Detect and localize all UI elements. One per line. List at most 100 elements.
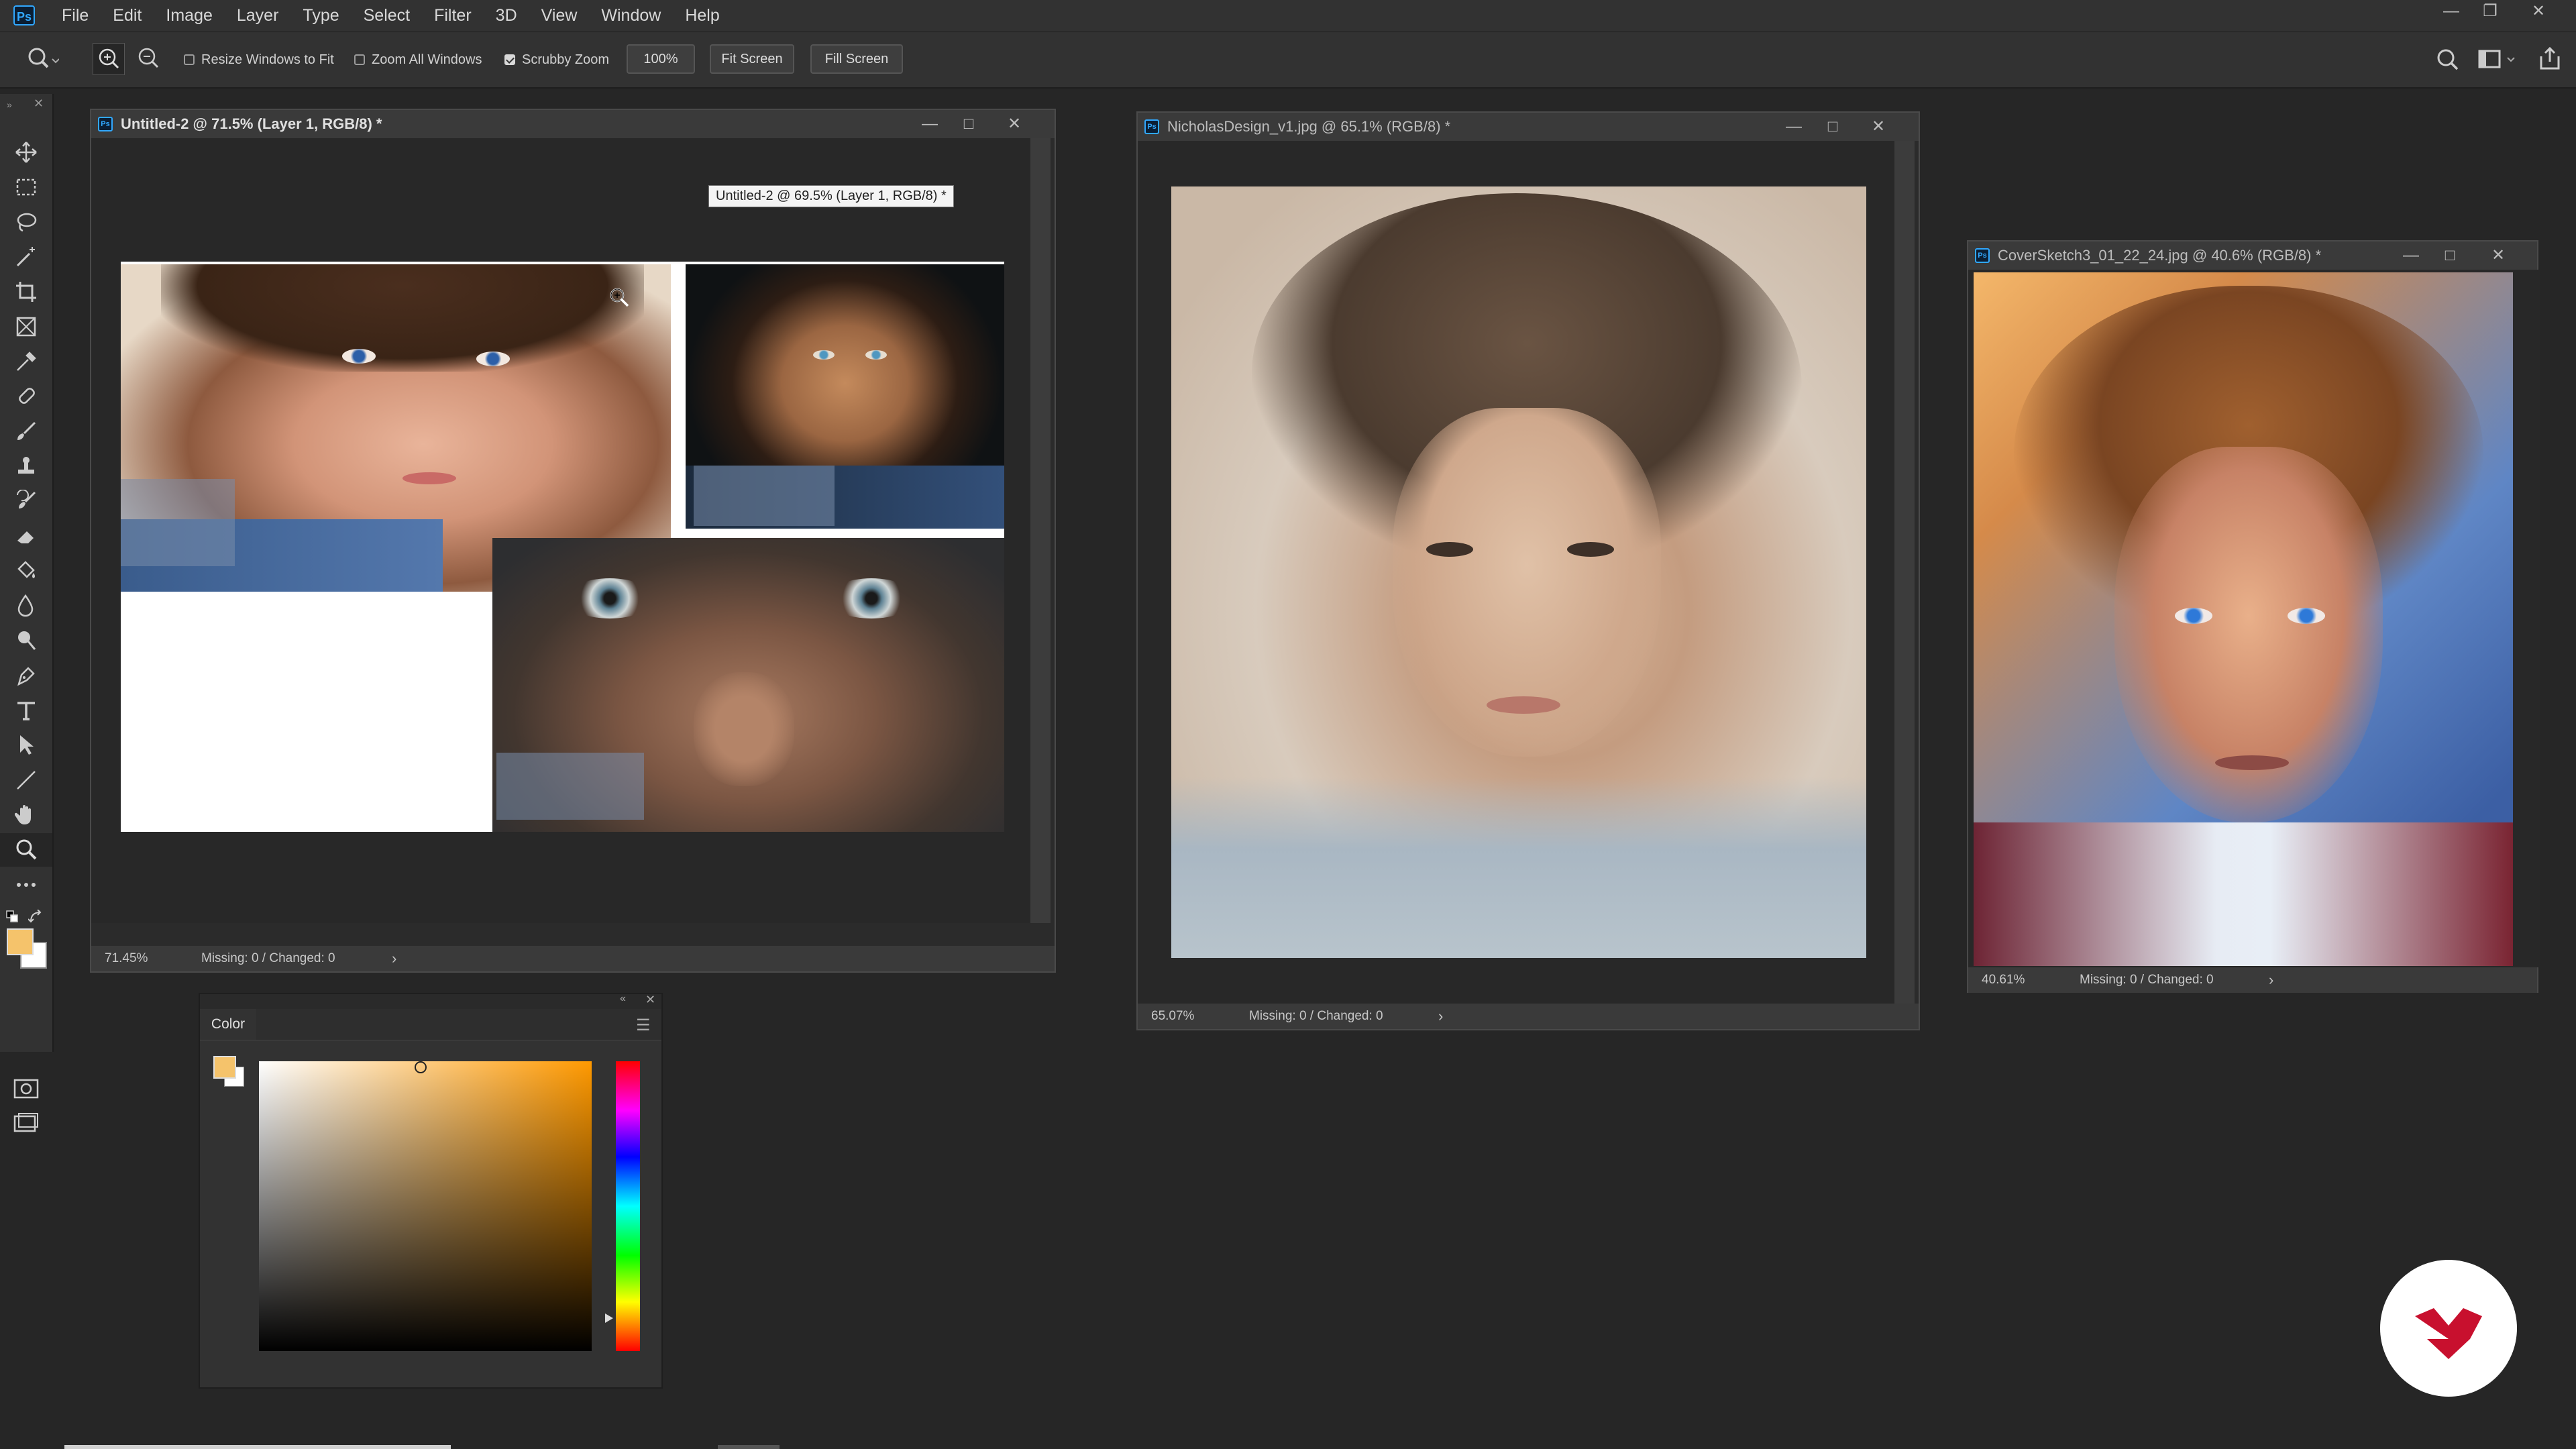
document-window-coversketch[interactable]: Ps CoverSketch3_01_22_24.jpg @ 40.6% (RG… xyxy=(1967,240,2540,993)
close-panel-icon[interactable]: ✕ xyxy=(645,993,655,1007)
paint-bucket-icon[interactable] xyxy=(0,554,52,588)
close-toolbar-icon[interactable]: ✕ xyxy=(34,97,44,111)
menu-type[interactable]: Type xyxy=(303,0,339,32)
screen-mode-icon[interactable] xyxy=(13,1112,39,1138)
chevron-right-icon[interactable]: › xyxy=(1438,1004,1443,1029)
maximize-doc-button[interactable]: □ xyxy=(951,110,986,138)
maximize-doc-button[interactable]: □ xyxy=(1815,113,1850,141)
lasso-icon[interactable] xyxy=(0,205,52,239)
menu-file[interactable]: File xyxy=(62,0,89,32)
hand-icon[interactable] xyxy=(0,798,52,832)
path-select-icon[interactable] xyxy=(0,729,52,762)
vertical-scrollbar[interactable] xyxy=(1030,138,1051,923)
close-doc-button[interactable]: ✕ xyxy=(997,110,1032,138)
menu-image[interactable]: Image xyxy=(166,0,212,32)
color-field[interactable] xyxy=(259,1061,592,1351)
taskbar-marker xyxy=(718,1445,780,1449)
hue-slider[interactable] xyxy=(616,1061,640,1351)
frame-icon[interactable] xyxy=(0,310,52,343)
foreground-color-swatch[interactable] xyxy=(7,928,34,955)
menu-edit[interactable]: Edit xyxy=(113,0,142,32)
share-icon[interactable] xyxy=(2537,46,2564,76)
collapse-toolbar-icon[interactable]: » xyxy=(7,99,12,110)
eraser-icon[interactable] xyxy=(0,519,52,553)
document-tooltip: Untitled-2 @ 69.5% (Layer 1, RGB/8) * xyxy=(708,185,954,207)
document-window-nicholas[interactable]: Ps NicholasDesign_v1.jpg @ 65.1% (RGB/8)… xyxy=(1136,111,1920,1030)
app-close-button[interactable]: ✕ xyxy=(2520,0,2557,23)
zoom-tool-preset-icon[interactable] xyxy=(25,46,60,76)
panel-menu-icon[interactable]: ☰ xyxy=(636,1016,651,1035)
canvas-area[interactable]: Untitled-2 @ 69.5% (Layer 1, RGB/8) * xyxy=(91,138,1030,923)
scrubby-zoom-checkbox[interactable]: Scrubby Zoom xyxy=(504,51,609,68)
tab-color[interactable]: Color xyxy=(200,1009,256,1040)
chevron-right-icon[interactable]: › xyxy=(392,946,396,971)
magic-wand-icon[interactable] xyxy=(0,240,52,274)
default-colors-icon[interactable] xyxy=(5,910,21,929)
canvas-area[interactable] xyxy=(1968,270,2540,967)
fit-screen-button[interactable]: Fit Screen xyxy=(710,44,794,74)
zoom-all-checkbox[interactable]: Zoom All Windows xyxy=(354,51,482,68)
minimize-doc-button[interactable]: — xyxy=(912,110,947,138)
eyedropper-icon[interactable] xyxy=(0,345,52,378)
checkbox-box[interactable] xyxy=(184,54,195,65)
fill-screen-button[interactable]: Fill Screen xyxy=(810,44,903,74)
search-icon[interactable] xyxy=(2435,47,2462,77)
doc-info: Missing: 0 / Changed: 0 xyxy=(201,951,335,965)
menu-select[interactable]: Select xyxy=(364,0,410,32)
app-minimize-button[interactable]: — xyxy=(2432,0,2470,23)
move-icon[interactable] xyxy=(0,136,52,169)
healing-icon[interactable] xyxy=(0,380,52,413)
blur-icon[interactable] xyxy=(0,589,52,623)
zoom-icon[interactable] xyxy=(0,833,52,867)
zoom-level[interactable]: 71.45% xyxy=(105,946,148,971)
document-tab[interactable]: Ps CoverSketch3_01_22_24.jpg @ 40.6% (RG… xyxy=(1968,241,2537,270)
canvas-area[interactable] xyxy=(1138,141,1894,1004)
app-restore-button[interactable]: ❐ xyxy=(2471,0,2509,23)
menu-layer[interactable]: Layer xyxy=(237,0,279,32)
zoom-value-field[interactable]: 100% xyxy=(627,44,695,74)
canvas[interactable] xyxy=(121,262,1004,832)
document-tab[interactable]: Ps Untitled-2 @ 71.5% (Layer 1, RGB/8) *… xyxy=(91,110,1055,138)
zoom-in-icon[interactable] xyxy=(93,43,125,75)
close-doc-button[interactable]: ✕ xyxy=(2481,241,2516,270)
pen-icon[interactable] xyxy=(0,659,52,692)
status-bar: 40.61% Missing: 0 / Changed: 0 › xyxy=(1968,967,2537,993)
marquee-icon[interactable] xyxy=(0,170,52,204)
zoom-level[interactable]: 65.07% xyxy=(1151,1004,1194,1029)
panel-foreground-swatch[interactable] xyxy=(213,1056,236,1079)
panel-header-bar[interactable]: « ✕ xyxy=(200,993,661,1009)
color-picker-handle[interactable] xyxy=(415,1061,427,1073)
crop-icon[interactable] xyxy=(0,275,52,309)
stamp-icon[interactable] xyxy=(0,449,52,483)
line-icon[interactable] xyxy=(0,763,52,797)
history-brush-icon[interactable] xyxy=(0,484,52,518)
checkbox-box[interactable] xyxy=(354,54,365,65)
menu-filter[interactable]: Filter xyxy=(434,0,472,32)
more-icon[interactable] xyxy=(0,868,52,902)
menu-window[interactable]: Window xyxy=(601,0,661,32)
dodge-icon[interactable] xyxy=(0,624,52,657)
brush-icon[interactable] xyxy=(0,415,52,448)
vertical-scrollbar[interactable] xyxy=(1894,141,1915,1004)
hue-slider-handle[interactable] xyxy=(605,1313,613,1323)
quick-mask-icon[interactable] xyxy=(13,1077,39,1104)
minimize-doc-button[interactable]: — xyxy=(1776,113,1811,141)
collapse-panel-icon[interactable]: « xyxy=(620,993,626,1005)
menu-3d[interactable]: 3D xyxy=(496,0,517,32)
resize-windows-checkbox[interactable]: Resize Windows to Fit xyxy=(184,51,334,68)
zoom-level[interactable]: 40.61% xyxy=(1982,967,2025,993)
maximize-doc-button[interactable]: □ xyxy=(2432,241,2467,270)
swap-colors-icon[interactable] xyxy=(28,909,44,929)
blurred-note xyxy=(496,753,644,820)
checkbox-box[interactable] xyxy=(504,54,515,65)
document-tab[interactable]: Ps NicholasDesign_v1.jpg @ 65.1% (RGB/8)… xyxy=(1138,113,1919,141)
close-doc-button[interactable]: ✕ xyxy=(1861,113,1896,141)
type-icon[interactable] xyxy=(0,694,52,727)
workspace-icon[interactable] xyxy=(2478,48,2518,76)
menu-help[interactable]: Help xyxy=(685,0,719,32)
zoom-out-icon[interactable] xyxy=(133,43,165,75)
menu-view[interactable]: View xyxy=(541,0,578,32)
minimize-doc-button[interactable]: — xyxy=(2394,241,2428,270)
document-window-untitled[interactable]: Ps Untitled-2 @ 71.5% (Layer 1, RGB/8) *… xyxy=(90,109,1056,973)
chevron-right-icon[interactable]: › xyxy=(2269,967,2273,993)
